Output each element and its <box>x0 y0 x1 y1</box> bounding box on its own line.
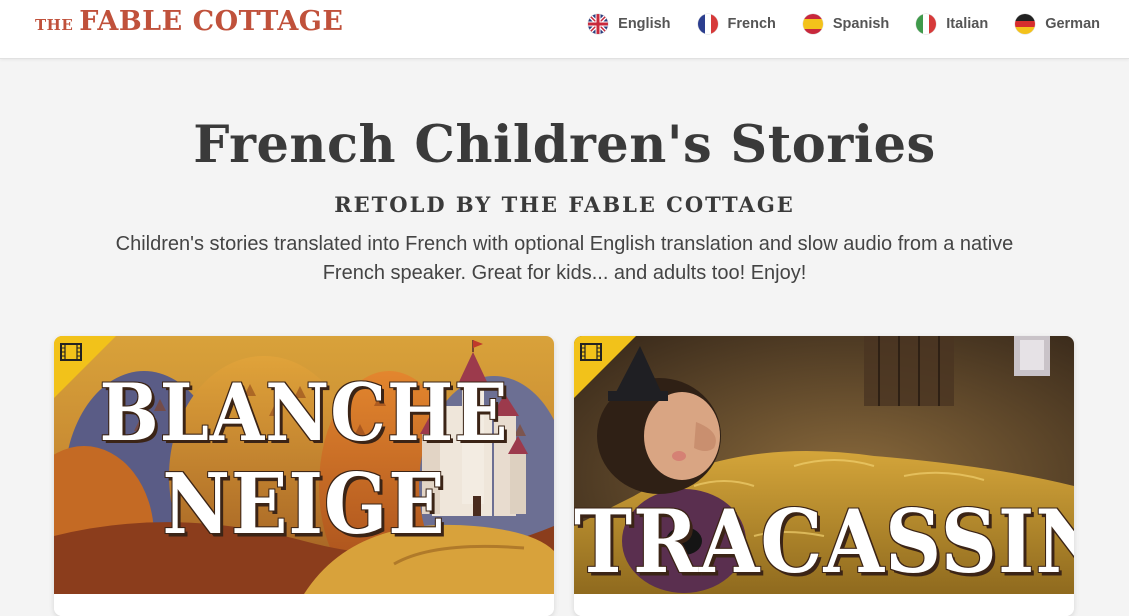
france-flag-icon <box>697 14 718 34</box>
story-card-blanche-neige[interactable]: BLANCHE NEIGE <box>54 336 554 616</box>
page-subtitle: RETOLD BY THE FABLE COTTAGE <box>334 192 795 217</box>
card-body <box>574 594 1074 616</box>
story-card-tracassin[interactable]: TRACASSIN <box>574 336 1074 616</box>
site-logo[interactable]: THE FABLE COTTAGE <box>35 6 343 37</box>
page-title: French Children's Stories <box>193 115 936 175</box>
spain-flag-icon <box>802 14 823 34</box>
lang-label: English <box>618 16 671 32</box>
lang-english-link[interactable]: English <box>588 14 671 34</box>
lang-label: Italian <box>946 16 989 32</box>
lang-french-link[interactable]: French <box>697 14 776 34</box>
uk-flag-icon <box>588 14 609 34</box>
logo-name: FABLE COTTAGE <box>79 6 344 37</box>
lang-italian-link[interactable]: Italian <box>916 14 988 34</box>
logo-prefix: THE <box>35 16 74 34</box>
story-title-line2: NEIGE <box>162 456 446 554</box>
lang-label: Spanish <box>832 16 890 32</box>
card-body <box>54 594 554 616</box>
italy-flag-icon <box>916 14 937 34</box>
germany-flag-icon <box>1015 14 1036 34</box>
lang-label: German <box>1045 16 1100 32</box>
story-title-line1: BLANCHE <box>99 365 509 459</box>
language-nav: English French Spanish Italian German <box>588 13 1100 35</box>
site-header: THE FABLE COTTAGE English French Spanish… <box>0 0 1129 59</box>
lang-spanish-link[interactable]: Spanish <box>802 14 890 34</box>
lang-german-link[interactable]: German <box>1015 14 1100 34</box>
film-icon <box>574 336 636 398</box>
story-title: TRACASSIN <box>574 491 1074 594</box>
lang-label: French <box>727 16 776 32</box>
page-description: Children's stories translated into Frenc… <box>115 233 1014 284</box>
